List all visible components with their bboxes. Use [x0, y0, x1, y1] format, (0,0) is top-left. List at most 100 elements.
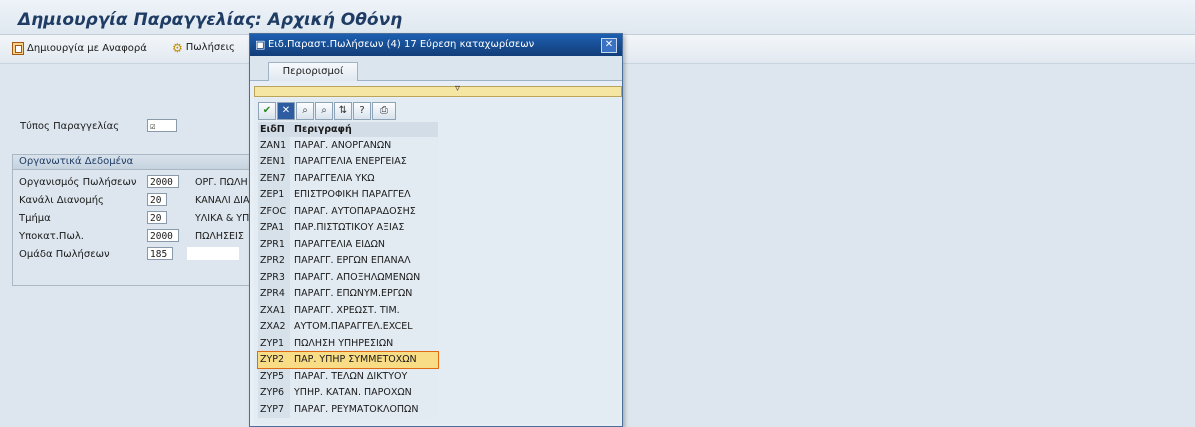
- sales-button[interactable]: ⚙ Πωλήσεις: [172, 40, 235, 55]
- sales-office-label: Υποκατ.Πωλ.: [19, 231, 84, 242]
- row-desc: ΠΑΡΑΓΓΕΛΙΑ ΕΙΔΩΝ: [290, 236, 438, 253]
- print-icon[interactable]: ⎙: [372, 102, 396, 120]
- row-code: ZEN7: [258, 170, 290, 187]
- org-data-group-title: Οργανωτικά Δεδομένα: [19, 156, 134, 167]
- create-with-reference-button[interactable]: Δημιουργία με Αναφορά: [12, 42, 147, 55]
- list-header: ΕιδΠ Περιγραφή: [258, 122, 438, 137]
- list-item[interactable]: ZAN1 ΠΑΡΑΓ. ΑΝΟΡΓΑΝΩΝ: [258, 137, 438, 154]
- row-desc: ΠΑΡΑΓ. ΑΥΤΟΠΑΡΑΔΟΣΗΣ: [290, 203, 438, 220]
- sales-group-input[interactable]: 185: [147, 247, 173, 260]
- distribution-channel-label: Κανάλι Διανομής: [19, 195, 104, 206]
- sales-office-desc: ΠΩΛΗΣΕΙΣ: [195, 231, 244, 242]
- row-code: ZPR4: [258, 285, 290, 302]
- sales-label: Πωλήσεις: [185, 42, 235, 53]
- row-desc: ΠΑΡ.ΠΙΣΤΩΤΙΚΟΥ ΑΞΙΑΣ: [290, 219, 438, 236]
- list-item[interactable]: ZPR2 ΠΑΡΑΓΓ. ΕΡΓΩΝ ΕΠΑΝΑΛ: [258, 252, 438, 269]
- chevron-down-icon: ▿: [455, 83, 461, 94]
- row-desc: ΠΑΡ. ΥΠΗΡ ΣΥΜΜΕΤΟΧΩΝ: [290, 351, 438, 368]
- search-help-dialog: ▣ Ειδ.Παραστ.Πωλήσεων (4) 17 Εύρεση κατα…: [249, 33, 623, 427]
- list-item[interactable]: ZEN7 ΠΑΡΑΓΓΕΛΙΑ ΥΚΩ: [258, 170, 438, 187]
- row-code: ZYP1: [258, 335, 290, 352]
- dialog-title: Ειδ.Παραστ.Πωλήσεων (4) 17 Εύρεση καταχω…: [268, 39, 535, 50]
- sales-group-desc: [187, 247, 239, 260]
- row-code: ZXA1: [258, 302, 290, 319]
- distribution-channel-input[interactable]: 20: [147, 193, 167, 206]
- list-item[interactable]: ZYP1 ΠΩΛΗΣΗ ΥΠΗΡΕΣΙΩΝ: [258, 335, 438, 352]
- row-code: ZYP7: [258, 401, 290, 418]
- division-label: Τμήμα: [19, 213, 51, 224]
- row-desc: ΠΑΡΑΓΓΕΛΙΑ ΕΝΕΡΓΕΙΑΣ: [290, 153, 438, 170]
- list-item[interactable]: ZYP6 ΥΠΗΡ. ΚΑΤΑΝ. ΠΑΡΟΧΩΝ: [258, 384, 438, 401]
- results-list: ΕιδΠ Περιγραφή ZAN1 ΠΑΡΑΓ. ΑΝΟΡΓΑΝΩΝ ZEN1…: [257, 122, 439, 418]
- row-code: ZYP5: [258, 368, 290, 385]
- list-item[interactable]: ZPR4 ΠΑΡΑΓΓ. ΕΠΩΝΥΜ.ΕΡΓΩΝ: [258, 285, 438, 302]
- row-code: ZPA1: [258, 219, 290, 236]
- list-item[interactable]: ZXA1 ΠΑΡΑΓΓ. ΧΡΕΩΣΤ. ΤΙΜ.: [258, 302, 438, 319]
- dialog-title-bar[interactable]: ▣ Ειδ.Παραστ.Πωλήσεων (4) 17 Εύρεση κατα…: [250, 34, 622, 56]
- list-item[interactable]: ZPR1 ΠΑΡΑΓΓΕΛΙΑ ΕΙΔΩΝ: [258, 236, 438, 253]
- dialog-tabstrip: Περιορισμοί: [250, 56, 622, 81]
- row-code: ZEP1: [258, 186, 290, 203]
- column-header-code[interactable]: ΕιδΠ: [258, 124, 290, 135]
- sort-icon[interactable]: ⇅: [334, 102, 352, 120]
- find-next-icon[interactable]: ⌕: [315, 102, 333, 120]
- row-desc: ΠΑΡΑΓ. ΡΕΥΜΑΤΟΚΛΟΠΩΝ: [290, 401, 438, 418]
- row-desc: ΠΑΡΑΓΓ. ΑΠΟΞΗΛΩΜΕΝΩΝ: [290, 269, 438, 286]
- close-icon[interactable]: ✕: [601, 38, 617, 53]
- dialog-toolbar: ✔ ✕ ⌕ ⌕ ⇅ ? ⎙: [258, 102, 396, 120]
- create-with-reference-label: Δημιουργία με Αναφορά: [27, 43, 147, 54]
- dialog-body: ✔ ✕ ⌕ ⌕ ⇅ ? ⎙ ΕιδΠ Περιγραφή ZAN1 ΠΑΡΑΓ. …: [254, 98, 620, 424]
- restrictions-expander[interactable]: ▿: [254, 83, 622, 97]
- row-code: ZAN1: [258, 137, 290, 154]
- row-code: ZPR2: [258, 252, 290, 269]
- row-desc: ΠΑΡΑΓΓ. ΕΡΓΩΝ ΕΠΑΝΑΛ: [290, 252, 438, 269]
- org-data-group-header: Οργανωτικά Δεδομένα: [13, 155, 273, 170]
- column-header-desc[interactable]: Περιγραφή: [290, 124, 438, 135]
- order-type-input[interactable]: ☑: [147, 119, 177, 132]
- cancel-icon[interactable]: ✕: [277, 102, 295, 120]
- list-item[interactable]: ZEN1 ΠΑΡΑΓΓΕΛΙΑ ΕΝΕΡΓΕΙΑΣ: [258, 153, 438, 170]
- list-item[interactable]: ZPR3 ΠΑΡΑΓΓ. ΑΠΟΞΗΛΩΜΕΝΩΝ: [258, 269, 438, 286]
- sales-org-label: Οργανισμός Πωλήσεων: [19, 177, 137, 188]
- row-code: ZYP2: [258, 351, 290, 368]
- row-desc: ΠΑΡΑΓΓ. ΧΡΕΩΣΤ. ΤΙΜ.: [290, 302, 438, 319]
- org-data-group: Οργανωτικά Δεδομένα Οργανισμός Πωλήσεων …: [12, 154, 274, 286]
- sales-office-input[interactable]: 2000: [147, 229, 179, 242]
- distribution-channel-desc: ΚΑΝΑΛΙ ΔΙΑ: [195, 195, 250, 206]
- confirm-icon[interactable]: ✔: [258, 102, 276, 120]
- row-desc: ΠΩΛΗΣΗ ΥΠΗΡΕΣΙΩΝ: [290, 335, 438, 352]
- list-item[interactable]: ZPA1 ΠΑΡ.ΠΙΣΤΩΤΙΚΟΥ ΑΞΙΑΣ: [258, 219, 438, 236]
- list-item[interactable]: ZYP5 ΠΑΡΑΓ. ΤΕΛΩΝ ΔΙΚΤΥΟΥ: [258, 368, 438, 385]
- row-code: ZXA2: [258, 318, 290, 335]
- row-desc: ΠΑΡΑΓ. ΤΕΛΩΝ ΔΙΚΤΥΟΥ: [290, 368, 438, 385]
- row-desc: ΠΑΡΑΓ. ΑΝΟΡΓΑΝΩΝ: [290, 137, 438, 154]
- row-code: ZPR1: [258, 236, 290, 253]
- person-icon: ⚙: [172, 40, 183, 55]
- row-code: ZFOC: [258, 203, 290, 220]
- sales-org-input[interactable]: 2000: [147, 175, 179, 188]
- list-item[interactable]: ZEP1 ΕΠΙΣΤΡΟΦΙΚΗ ΠΑΡΑΓΓΕΛ: [258, 186, 438, 203]
- title-bar: Δημιουργία Παραγγελίας: Αρχική Οθόνη: [0, 0, 1195, 35]
- document-icon: [12, 42, 24, 55]
- row-code: ZPR3: [258, 269, 290, 286]
- help-icon[interactable]: ?: [353, 102, 371, 120]
- find-icon[interactable]: ⌕: [296, 102, 314, 120]
- row-desc: ΥΠΗΡ. ΚΑΤΑΝ. ΠΑΡΟΧΩΝ: [290, 384, 438, 401]
- row-desc: ΑΥΤΟΜ.ΠΑΡΑΓΓΕΛ.EXCEL: [290, 318, 438, 335]
- division-desc: ΥΛΙΚΑ & ΥΠ: [195, 213, 250, 224]
- row-desc: ΠΑΡΑΓΓΕΛΙΑ ΥΚΩ: [290, 170, 438, 187]
- list-item[interactable]: ZXA2 ΑΥΤΟΜ.ΠΑΡΑΓΓΕΛ.EXCEL: [258, 318, 438, 335]
- order-type-label: Τύπος Παραγγελίας: [20, 121, 120, 132]
- tab-restrictions[interactable]: Περιορισμοί: [268, 62, 358, 81]
- value-help-icon: ☑: [150, 122, 156, 132]
- list-item[interactable]: ZYP7 ΠΑΡΑΓ. ΡΕΥΜΑΤΟΚΛΟΠΩΝ: [258, 401, 438, 418]
- row-code: ZYP6: [258, 384, 290, 401]
- window-icon: ▣: [255, 38, 266, 51]
- list-item[interactable]: ZFOC ΠΑΡΑΓ. ΑΥΤΟΠΑΡΑΔΟΣΗΣ: [258, 203, 438, 220]
- list-item-selected[interactable]: ZYP2 ΠΑΡ. ΥΠΗΡ ΣΥΜΜΕΤΟΧΩΝ: [257, 350, 439, 369]
- page-title: Δημιουργία Παραγγελίας: Αρχική Οθόνη: [18, 10, 403, 30]
- row-code: ZEN1: [258, 153, 290, 170]
- division-input[interactable]: 20: [147, 211, 167, 224]
- row-desc: ΕΠΙΣΤΡΟΦΙΚΗ ΠΑΡΑΓΓΕΛ: [290, 186, 438, 203]
- row-desc: ΠΑΡΑΓΓ. ΕΠΩΝΥΜ.ΕΡΓΩΝ: [290, 285, 438, 302]
